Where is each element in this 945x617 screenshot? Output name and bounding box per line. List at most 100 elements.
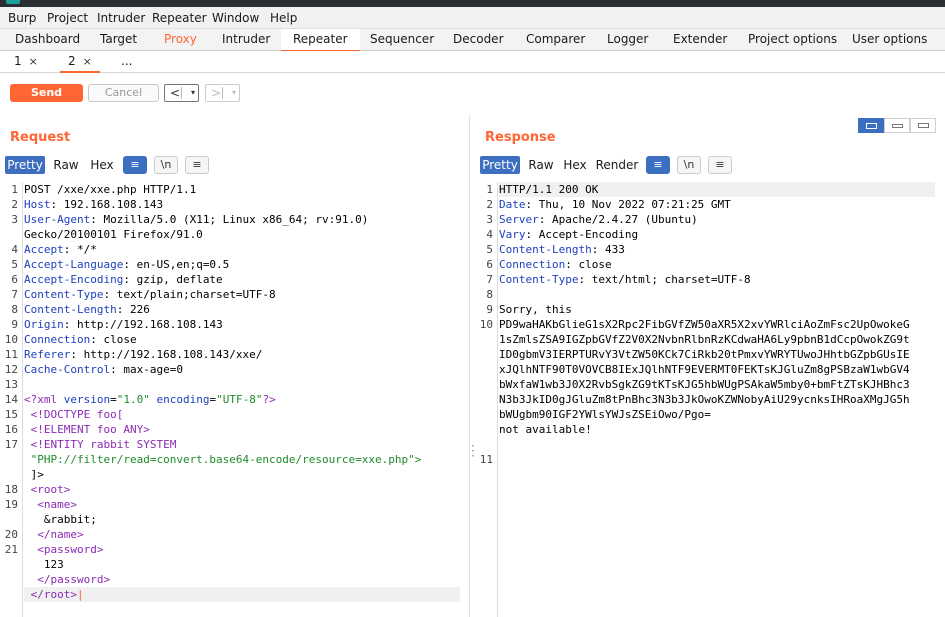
menu-window[interactable]: Window [212,11,259,25]
tab-intruder[interactable]: Intruder [222,29,270,51]
close-icon[interactable]: × [29,55,38,68]
code-line: PD9waHAKbGlieG1sX2Rpc2FibGVfZW50aXR5X2xv… [499,317,910,332]
line-number: 6 [11,273,18,286]
code-line: Content-Length: 433 [499,242,910,257]
code-line: Referer: http://192.168.108.143/xxe/ [24,347,421,362]
tabbed-layout-icon[interactable] [910,118,936,133]
line-numbers: 1 2 3 4 5 6 7 8 9 10 11 12 13 14 15 16 17 18 19 20 21 [0,182,18,617]
response-tab-hex[interactable]: Hex [560,156,590,174]
code-token: <name> [24,498,77,511]
code-token: : */* [63,243,97,256]
line-number: 4 [11,243,18,256]
menu-help[interactable]: Help [270,11,297,25]
code-token: <!ENTITY rabbit SYSTEM [24,438,177,451]
code-token: ?> [262,393,276,406]
chevron-down-icon[interactable]: ▾ [191,85,195,101]
code-token: : 192.168.108.143 [50,198,164,211]
line-number: 15 [4,408,18,421]
tab-proxy[interactable]: Proxy [164,29,197,51]
back-button[interactable]: < ▾ [164,84,199,102]
cancel-button[interactable]: Cancel [88,84,159,102]
code-token: : max-age=0 [110,363,183,376]
line-number [0,602,18,617]
request-tab-hex[interactable]: Hex [87,156,117,174]
newline-icon[interactable]: \n [677,156,701,174]
tab-project-options[interactable]: Project options [748,29,837,51]
code-line: &rabbit; [24,512,421,527]
code-token: <password> [24,543,104,556]
side-by-side-layout-icon[interactable] [858,118,884,133]
line-number [0,227,18,242]
code-token: </root> [24,588,77,601]
menu-project[interactable]: Project [47,11,88,25]
response-editor[interactable]: 1 2 3 4 5 6 7 8 9 10 11 HTTP/1.1 200 OK Date: Thu, … [475,182,940,466]
code-token: : Apache/2.4.27 (Ubuntu) [538,213,698,226]
response-tab-raw[interactable]: Raw [524,156,558,174]
code-token: : en-US,en;q=0.5 [123,258,230,271]
burp-logo-icon [6,0,20,4]
code-token: Host [24,198,51,211]
code-line: N3b3JkID0gJGluZm8tPnBhc3N3b3JkOwoKZWNoby… [499,392,910,407]
code-line: </name> [24,527,421,542]
menu-icon[interactable]: ≡ [708,156,732,174]
chevron-down-icon[interactable]: ▾ [232,85,236,101]
line-number: 12 [4,363,18,376]
code-token: bWxfaW1wb3J0X2RvbSgkZG9tKTsKJG5hbWUgPSAk… [499,378,910,391]
tab-sequencer[interactable]: Sequencer [370,29,434,51]
tab-extender[interactable]: Extender [673,29,727,51]
subtab-2[interactable]: 2 × [60,51,100,73]
code-token: "UTF-8" [216,393,263,406]
menu-icon[interactable]: ≡ [185,156,209,174]
tab-repeater[interactable]: Repeater [281,29,360,52]
response-tab-render[interactable]: Render [594,156,640,174]
stacked-layout-icon[interactable] [884,118,910,133]
newline-icon[interactable]: \n [154,156,178,174]
tab-user-options[interactable]: User options [852,29,927,51]
line-number [475,437,493,452]
subtab-1[interactable]: 1 × [14,51,38,73]
code-token: ]> [24,468,44,481]
menu-burp[interactable]: Burp [8,11,36,25]
line-number: 18 [4,483,18,496]
tab-decoder[interactable]: Decoder [453,29,504,51]
code-token: Server [499,213,539,226]
word-wrap-icon[interactable]: ≡ [646,156,670,174]
code-token: Accept [24,243,64,256]
request-editor[interactable]: 1 2 3 4 5 6 7 8 9 10 11 12 13 14 15 16 17 18 19 20 21 POST /… [0,182,465,601]
send-button[interactable]: Send [10,84,83,102]
code-line: bWxfaW1wb3J0X2RvbSgkZG9tKTsKJG5hbWUgPSAk… [499,377,910,392]
code-line: 1sZmlsZSA9IGZpbGVfZ2V0X2NvbnRlbnRzKCdwaH… [499,332,910,347]
code-line: User-Agent: Mozilla/5.0 (X11; Linux x86_… [24,212,421,227]
code-token: Origin [24,318,64,331]
code-line: Connection: close [24,332,421,347]
code-token: ID0gbmV3IERPTURvY3VtZW50KCk7CiRkb20tPmxv… [499,348,910,361]
menu-repeater[interactable]: Repeater [152,11,207,25]
tab-dashboard[interactable]: Dashboard [15,29,80,51]
request-tab-raw[interactable]: Raw [49,156,83,174]
code-line: </root>| [24,587,421,602]
line-number: 5 [11,258,18,271]
line-number [475,347,493,362]
tab-logger[interactable]: Logger [607,29,648,51]
code-token: Connection [24,333,91,346]
code-line: Vary: Accept-Encoding [499,227,910,242]
forward-button[interactable]: > ▾ [205,84,240,102]
line-number: 19 [4,498,18,511]
code-line: <?xml version="1.0" encoding="UTF-8"?> [24,392,421,407]
code-token: : close [90,333,137,346]
tab-target[interactable]: Target [100,29,137,51]
subtab-new[interactable]: ... [121,51,132,73]
word-wrap-icon[interactable]: ≡ [123,156,147,174]
line-number: 2 [486,198,493,211]
code-line: <name> [24,497,421,512]
line-number [0,512,18,527]
tab-comparer[interactable]: Comparer [526,29,585,51]
response-tab-pretty[interactable]: Pretty [480,156,520,174]
code-line: Server: Apache/2.4.27 (Ubuntu) [499,212,910,227]
code-line: Accept-Language: en-US,en;q=0.5 [24,257,421,272]
menu-intruder[interactable]: Intruder [97,11,145,25]
pane-divider[interactable] [469,115,470,617]
line-number: 4 [486,228,493,241]
request-tab-pretty[interactable]: Pretty [5,156,45,174]
close-icon[interactable]: × [83,55,92,68]
